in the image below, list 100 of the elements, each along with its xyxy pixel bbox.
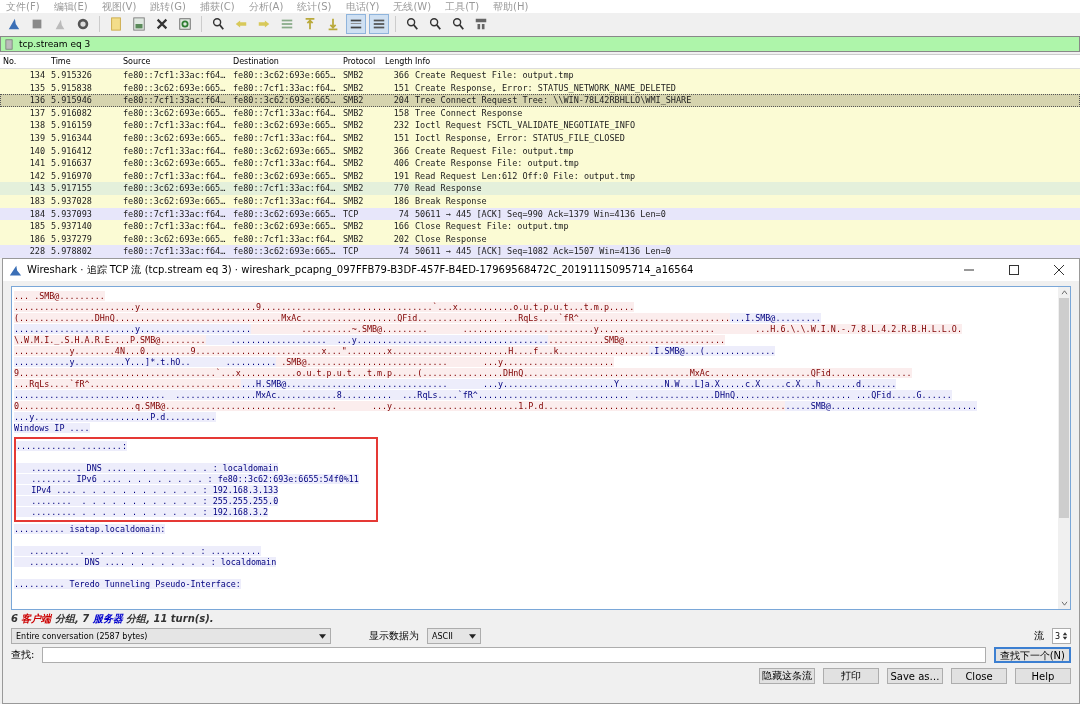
stream-text: ........................y.......................9..................................`...x...........o.u.t.p.u.t...t.m.p..... bbox=[14, 302, 635, 312]
display-filter-field[interactable]: tcp.stream eq 3 bbox=[0, 36, 1080, 52]
dialog-button[interactable]: Help bbox=[1015, 668, 1071, 684]
packet-row[interactable]: 143 5.917155 fe80::3c62:693e:665… fe80::7cf1:33ac:f64… SMB2 770 Read Response bbox=[0, 182, 1080, 195]
table-cell-text: fe80::7cf1:33ac:f64… bbox=[122, 94, 227, 107]
table-cell-text: 186 bbox=[28, 232, 46, 246]
find-next-button[interactable]: 查找下一个(N) bbox=[993, 647, 1071, 663]
column-header[interactable]: Time bbox=[48, 55, 120, 68]
table-cell-text: Tree Connect Response bbox=[414, 106, 524, 120]
packet-row[interactable]: 138 5.916159 fe80::7cf1:33ac:f64… fe80::3c62:693e:665… SMB2 232 Ioctl Request FSCTL_VALIDATE_NEGOTIATE_INFO bbox=[0, 119, 1080, 132]
stream-text: .......... DNS .... . . . . . . . . : localdomain bbox=[16, 463, 279, 473]
stream-text: ...........y........4N...0.........9.........................x..."........x.......................H....f...k.................. bbox=[14, 346, 650, 356]
table-cell-text: 139 bbox=[28, 131, 46, 145]
stream-text: .......... Teredo Tunneling Pseudo-Interface: bbox=[14, 579, 241, 589]
spin-arrows-icon[interactable] bbox=[1062, 631, 1068, 641]
caret-icon bbox=[469, 633, 476, 639]
column-header[interactable]: Protocol bbox=[340, 55, 382, 68]
stream-text: ...........y..........Y...]*.t.hO.. .......... bbox=[14, 357, 277, 367]
table-cell-text: fe80::3c62:693e:665… bbox=[122, 131, 227, 145]
scrollbar[interactable] bbox=[1058, 287, 1070, 609]
column-header[interactable]: Length bbox=[382, 55, 412, 68]
table-cell-text: 5.916159 bbox=[50, 119, 93, 132]
table-cell-text: 166 bbox=[392, 220, 410, 233]
table-cell-text: 140 bbox=[28, 144, 46, 158]
table-cell-text: SMB2 bbox=[342, 131, 365, 145]
table-cell-text: 5.916970 bbox=[50, 169, 93, 183]
find-icon bbox=[211, 17, 225, 31]
packet-row[interactable]: 228 5.978802 fe80::7cf1:33ac:f64… fe80::3c62:693e:665… TCP 74 50611 → 445 [ACK] Seq=1082 Ack=1507 Win=4136 Len=0 bbox=[0, 245, 1080, 258]
table-cell-text: SMB2 bbox=[342, 69, 365, 82]
table-cell-text: SMB2 bbox=[342, 169, 365, 183]
table-cell-text: fe80::3c62:693e:665… bbox=[232, 119, 337, 132]
scroll-down-icon[interactable] bbox=[1060, 601, 1068, 606]
table-cell-text: TCP bbox=[342, 207, 360, 221]
stop-icon bbox=[30, 17, 44, 31]
packet-row[interactable]: 134 5.915326 fe80::7cf1:33ac:f64… fe80::3c62:693e:665… SMB2 366 Create Request File: output.tmp bbox=[0, 69, 1080, 82]
table-cell-text: 134 bbox=[28, 69, 46, 82]
table-cell-text: 136 bbox=[28, 94, 46, 107]
colorize-tool-button[interactable] bbox=[369, 14, 389, 34]
stream-text: .............................. ................MxAc............8.......... ...RqLs....`fR^.............................. ................DHnQ....................... ...QFid.....G...... bbox=[14, 390, 952, 400]
table-cell-text: 366 bbox=[392, 69, 410, 82]
table-cell-text: 142 bbox=[28, 169, 46, 183]
table-cell-text: fe80::3c62:693e:665… bbox=[122, 194, 227, 208]
stream-text: ............ ........: bbox=[16, 441, 127, 451]
table-cell-text: 183 bbox=[28, 194, 46, 208]
stream-text: ......... . . . . . . . . . . . . : 192.168.3.2 bbox=[16, 507, 269, 517]
table-cell-text: 143 bbox=[28, 182, 46, 195]
table-cell-text: 232 bbox=[392, 119, 410, 132]
table-cell-text: fe80::3c62:693e:665… bbox=[232, 220, 337, 233]
maximize-icon bbox=[1009, 265, 1019, 275]
table-cell-text: fe80::3c62:693e:665… bbox=[122, 232, 227, 246]
packet-row[interactable]: 185 5.937140 fe80::7cf1:33ac:f64… fe80::3c62:693e:665… SMB2 166 Close Request File: output.tmp bbox=[0, 220, 1080, 233]
table-cell-text: Close Response bbox=[414, 232, 488, 246]
table-cell-text: 151 bbox=[392, 81, 410, 95]
dialog-button[interactable]: Save as… bbox=[887, 668, 943, 684]
dialog-button[interactable]: 打印 bbox=[823, 668, 879, 684]
packet-row[interactable]: 141 5.916637 fe80::3c62:693e:665… fe80::7cf1:33ac:f64… SMB2 406 Create Response File: output.tmp bbox=[0, 157, 1080, 170]
encoding-dropdown[interactable]: ASCII bbox=[427, 628, 481, 644]
table-cell-text: Close Request File: output.tmp bbox=[414, 220, 570, 233]
dialog-button[interactable]: 隐藏这条流 bbox=[759, 668, 815, 684]
table-cell-text: 5.916637 bbox=[50, 157, 93, 170]
table-cell-text: 185 bbox=[28, 220, 46, 233]
stream-text: ..........~.SMB@......... ..........................y....................... ...H.6.\.\.W.I.N.-.7.8.L.4.2.R.B.H.L.L.O. bbox=[251, 324, 962, 334]
conversation-dropdown[interactable]: Entire conversation (2587 bytes) bbox=[11, 628, 331, 644]
window-title: Wireshark · 追踪 TCP 流 (tcp.stream eq 3) · wireshark_pcapng_097FFB79-B3DF-457F-B4ED-17969568472C_20191115095714_a16564 bbox=[27, 263, 695, 277]
table-cell-text: Create Response File: output.tmp bbox=[414, 157, 580, 170]
table-cell-text: 5.937028 bbox=[50, 194, 93, 208]
table-cell-text: fe80::3c62:693e:665… bbox=[122, 106, 227, 120]
column-header[interactable]: Info bbox=[412, 55, 1080, 68]
stream-text: ................... ...y...................................... bbox=[205, 335, 549, 345]
table-cell-text: 158 bbox=[392, 106, 410, 120]
table-cell-text: Ioctl Response, Error: STATUS_FILE_CLOSED bbox=[414, 131, 626, 145]
table-cell-text: 5.978802 bbox=[50, 245, 93, 258]
find-field[interactable] bbox=[42, 647, 986, 663]
packet-row[interactable]: 136 5.915946 fe80::7cf1:33ac:f64… fe80::3c62:693e:665… SMB2 204 Tree Connect Request Tree: \\WIN-78L42RBHLLO\WMI_SHARE bbox=[0, 94, 1080, 107]
column-header[interactable]: Source bbox=[120, 55, 230, 68]
table-cell-text: fe80::7cf1:33ac:f64… bbox=[232, 157, 337, 170]
table-cell-text: 74 bbox=[397, 245, 410, 258]
dialog-button[interactable]: Close bbox=[951, 668, 1007, 684]
table-cell-text: fe80::3c62:693e:665… bbox=[232, 207, 337, 221]
table-cell-text: Create Request File: output.tmp bbox=[414, 69, 575, 82]
table-cell-text: 406 bbox=[392, 157, 410, 170]
stream-text: ........ . . . . . . . . . . . . : 255.255.255.0 bbox=[16, 496, 279, 506]
stream-spinbox[interactable]: 3 bbox=[1051, 628, 1071, 644]
column-header[interactable]: Destination bbox=[230, 55, 340, 68]
column-header[interactable]: No. bbox=[0, 55, 48, 68]
table-cell-text: 191 bbox=[392, 169, 410, 183]
table-cell-text: 5.937279 bbox=[50, 232, 93, 246]
stream-text: ...y.......................P.d.......... bbox=[14, 412, 216, 422]
stream-text: ........ IPv6 .... . . . . . . . . : fe80::3c62:693e:6655:54f0%11 bbox=[16, 474, 359, 484]
autoscroll-tool-button[interactable] bbox=[346, 14, 366, 34]
table-cell-text: fe80::7cf1:33ac:f64… bbox=[122, 220, 227, 233]
table-cell-text: fe80::3c62:693e:665… bbox=[232, 144, 337, 158]
table-cell-text: fe80::7cf1:33ac:f64… bbox=[122, 207, 227, 221]
stream-text: .......... DNS .... . . . . . . . . : localdomain bbox=[14, 557, 277, 567]
table-cell-text: 5.916344 bbox=[50, 131, 93, 145]
table-cell-text: fe80::7cf1:33ac:f64… bbox=[232, 232, 337, 246]
table-cell-text: Create Request File: output.tmp bbox=[414, 144, 575, 158]
caret-icon bbox=[319, 633, 326, 639]
scroll-up-icon[interactable] bbox=[1060, 290, 1068, 295]
table-cell-text: SMB2 bbox=[342, 106, 365, 120]
